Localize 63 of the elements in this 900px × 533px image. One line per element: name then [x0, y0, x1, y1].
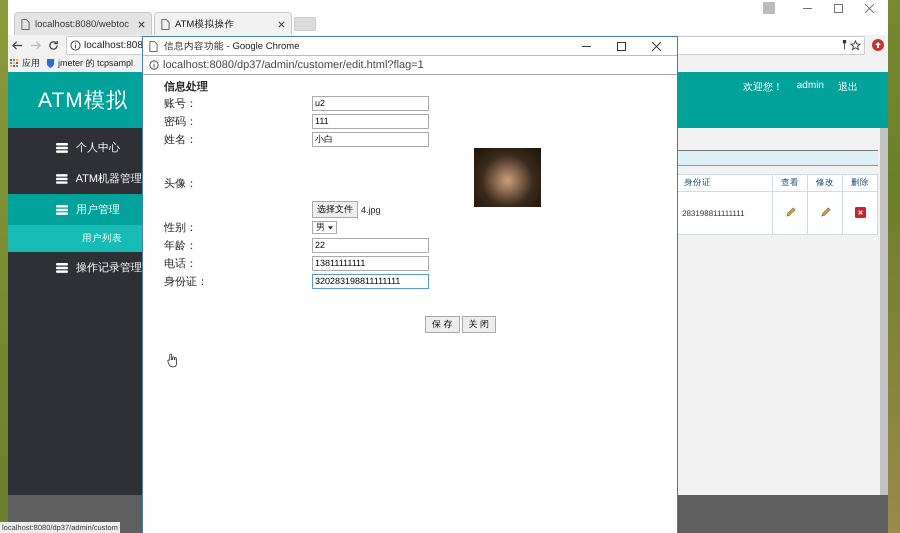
column-header: 修改: [808, 174, 842, 192]
choose-file-button[interactable]: 选择文件: [312, 201, 358, 218]
reload-icon[interactable]: [48, 40, 59, 50]
url-text: localhost:8080/dp37/admin/customer/edit.html?flag=1: [163, 59, 424, 71]
extension-icon[interactable]: [872, 39, 884, 51]
delete-icon[interactable]: [854, 206, 866, 218]
column-header: 查看: [772, 174, 808, 192]
form-button[interactable]: 保 存: [424, 316, 460, 333]
field-label: 身份证：: [164, 274, 209, 288]
page-icon: [21, 18, 30, 30]
browser-tab[interactable]: localhost:8080/webtoc: [14, 12, 152, 35]
input-field[interactable]: u2: [312, 96, 429, 110]
site-title: ATM模拟: [38, 88, 128, 114]
stack-icon: [56, 174, 68, 184]
close-icon[interactable]: [138, 20, 145, 28]
field-label: 电话：: [164, 256, 198, 270]
sidebar-item[interactable]: 操作记录管理: [8, 252, 142, 283]
hand-cursor-icon: [167, 353, 178, 368]
window-title: 信息内容功能 - Google Chrome: [164, 40, 300, 52]
url-text: localhost:808: [84, 40, 143, 50]
form-button[interactable]: 关 闭: [462, 316, 496, 333]
field-label: 密码：: [164, 114, 198, 128]
maximize-icon[interactable]: [617, 42, 626, 50]
file-name: 4.jpg: [361, 204, 381, 214]
photo-placeholder: [474, 148, 541, 207]
field-label: 姓名：: [164, 132, 198, 146]
form-heading: 信息处理: [164, 80, 209, 94]
back-icon[interactable]: [12, 40, 23, 50]
caret-icon: [328, 226, 333, 230]
welcome-text: 欢迎您！: [742, 80, 783, 94]
column-header: 删除: [842, 174, 878, 192]
stack-icon: [56, 262, 68, 272]
stack-icon: [56, 142, 68, 152]
star-icon[interactable]: [850, 40, 861, 50]
info-icon: [149, 60, 159, 70]
close-icon[interactable]: [652, 42, 661, 50]
scrollbar[interactable]: [880, 128, 888, 495]
info-icon: [70, 40, 81, 50]
browser-tab[interactable]: ATM模拟操作: [154, 12, 292, 35]
bookmark[interactable]: 应用: [10, 57, 40, 70]
input-field[interactable]: 13811111111: [312, 256, 429, 270]
sidebar-item[interactable]: ATM机器管理: [8, 163, 142, 194]
shield-icon: [46, 58, 55, 69]
tab-title: ATM模拟操作: [175, 18, 236, 30]
bookmark[interactable]: jmeter 的 tcpsampl: [46, 57, 134, 70]
apps-grid-icon: [10, 59, 19, 68]
input-field[interactable]: 320283198811111111: [312, 274, 429, 288]
tab-title: localhost:8080/webtoc: [35, 18, 130, 30]
sidebar-item[interactable]: 个人中心: [8, 132, 142, 163]
field-label: 性别：: [164, 220, 198, 234]
input-field[interactable]: 小白: [312, 132, 429, 146]
field-label: 年龄：: [164, 238, 198, 252]
gender-dropdown[interactable]: 男: [312, 220, 337, 234]
pencil-icon[interactable]: [820, 206, 830, 218]
input-field[interactable]: 22: [312, 238, 429, 252]
stack-icon: [56, 204, 68, 214]
field-label: 头像：: [164, 176, 198, 190]
pencil-icon[interactable]: [784, 206, 796, 218]
field-label: 账号：: [164, 96, 198, 110]
page-icon: [161, 18, 170, 30]
close-icon[interactable]: [278, 20, 285, 28]
page-icon: [149, 40, 158, 52]
input-field[interactable]: 111: [312, 114, 429, 128]
